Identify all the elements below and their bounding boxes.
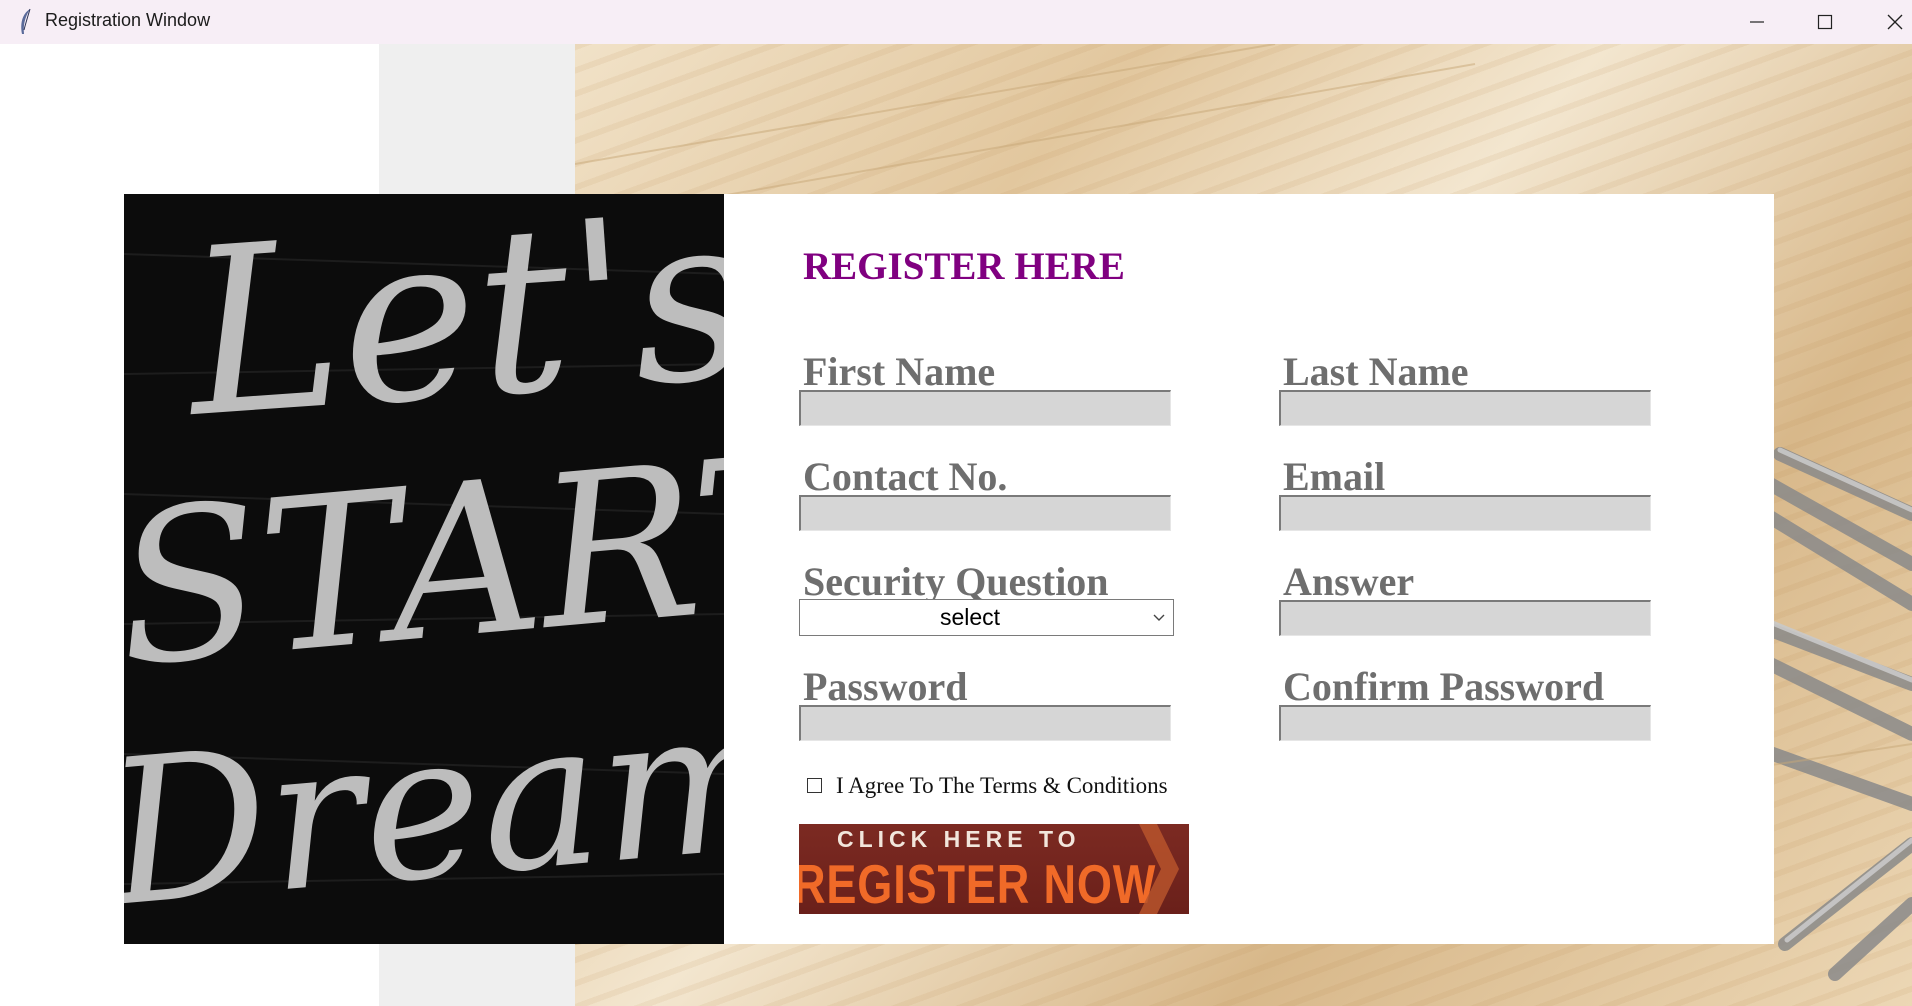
feather-icon	[21, 8, 31, 34]
close-icon	[1887, 14, 1903, 30]
password-label: Password	[803, 664, 968, 709]
window-title: Registration Window	[45, 10, 211, 30]
maximize-icon	[1817, 14, 1833, 30]
first-name-input[interactable]	[799, 390, 1171, 426]
maximize-button[interactable]	[1790, 0, 1860, 44]
confirm-password-input[interactable]	[1279, 705, 1651, 741]
terms-checkbox[interactable]	[807, 778, 822, 793]
confirm-password-label: Confirm Password	[1283, 664, 1605, 709]
banner-artwork: Let's START Dreaming	[124, 194, 724, 944]
email-input[interactable]	[1279, 495, 1651, 531]
chevron-down-icon	[1153, 614, 1165, 621]
minimize-button[interactable]	[1722, 0, 1792, 44]
register-button-line2: REGISTER NOW	[799, 853, 1157, 914]
contact-label: Contact No.	[803, 454, 1008, 499]
password-input[interactable]	[799, 705, 1171, 741]
email-label: Email	[1283, 454, 1386, 499]
last-name-input[interactable]	[1279, 390, 1651, 426]
security-question-select[interactable]: select	[799, 599, 1174, 636]
last-name-label: Last Name	[1283, 349, 1469, 394]
lets-start-dreaming-banner: Let's START Dreaming	[124, 194, 724, 944]
close-button[interactable]	[1860, 0, 1912, 44]
form-heading: REGISTER HERE	[803, 245, 1125, 288]
terms-label: I Agree To The Terms & Conditions	[836, 773, 1168, 798]
answer-label: Answer	[1283, 559, 1415, 604]
answer-input[interactable]	[1279, 600, 1651, 636]
register-now-button[interactable]: CLICK HERE TO REGISTER NOW	[799, 824, 1189, 914]
security-question-selected: select	[939, 604, 1001, 630]
contact-input[interactable]	[799, 495, 1171, 531]
register-button-line1: CLICK HERE TO	[837, 826, 1081, 852]
security-question-label: Security Question	[803, 559, 1109, 604]
minimize-icon	[1750, 21, 1764, 23]
chevron-right-icon	[1139, 824, 1179, 914]
title-bar: Registration Window	[0, 0, 1912, 44]
first-name-label: First Name	[803, 349, 996, 394]
